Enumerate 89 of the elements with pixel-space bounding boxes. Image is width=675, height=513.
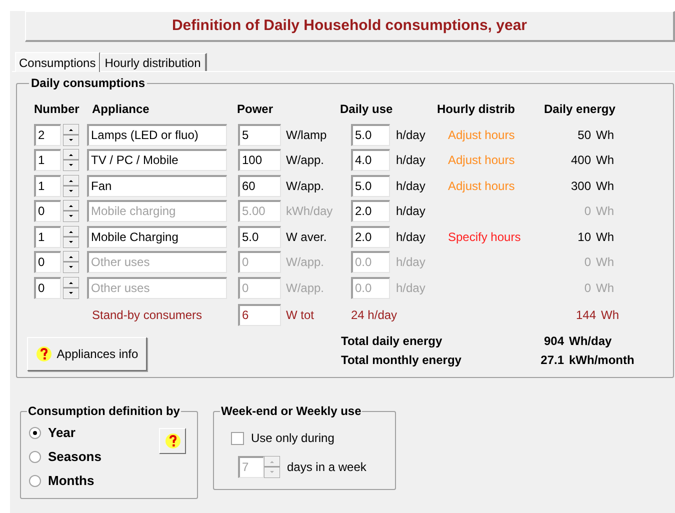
unit-label: W/app. — [286, 280, 326, 297]
unit-label: Wh — [596, 126, 614, 144]
unit-label: h/day — [396, 254, 426, 272]
group-legend: Week-end or Weekly use — [220, 404, 362, 418]
number-field[interactable]: 2 — [34, 124, 61, 146]
number-field[interactable]: 1 — [34, 149, 61, 172]
unit-label: kWh/month — [569, 352, 634, 369]
unit-label: W/lamp — [286, 126, 328, 144]
power-field[interactable]: 5.0 — [238, 226, 281, 248]
standby-use: 24 h/day — [351, 307, 398, 324]
unit-label: Wh — [596, 152, 614, 170]
appliance-field[interactable]: Mobile Charging — [87, 226, 227, 248]
energy-value: 10 — [576, 228, 591, 246]
column-header: Power — [237, 101, 274, 118]
standby-power-field[interactable]: 6 — [238, 304, 281, 326]
total-label: Total monthly energy — [341, 352, 462, 369]
spinner-buttons[interactable] — [264, 456, 280, 478]
spinner-buttons[interactable] — [63, 174, 79, 197]
unit-label: kWh/day — [286, 203, 334, 220]
dialog-title: Definition of Daily Household consumptions, year — [25, 11, 675, 42]
group-legend: Daily consumptions — [29, 76, 148, 90]
total-value: 904 — [542, 333, 564, 350]
unit-label: h/day — [396, 280, 426, 297]
number-field[interactable]: 1 — [34, 174, 61, 197]
column-header: Daily energy — [544, 101, 616, 118]
spinner-buttons[interactable] — [63, 251, 79, 274]
daily-use-field[interactable]: 2.0 — [351, 226, 390, 248]
column-header: Hourly distrib — [437, 101, 516, 118]
power-field[interactable]: 60 — [238, 174, 281, 197]
unit-label: W aver. — [286, 228, 328, 246]
energy-value: 0 — [583, 280, 591, 297]
energy-value: 0 — [583, 254, 591, 272]
number-field[interactable]: 1 — [34, 226, 61, 248]
help-icon — [36, 346, 52, 362]
unit-label: h/day — [396, 152, 426, 170]
help-button[interactable] — [159, 428, 186, 454]
unit-label: h/day — [396, 203, 426, 220]
unit-label: W/app. — [286, 178, 326, 195]
unit-label: Wh — [596, 203, 614, 220]
total-label: Total daily energy — [341, 333, 444, 350]
radio-button[interactable] — [29, 451, 41, 463]
tab[interactable]: Consumptions — [15, 52, 100, 72]
standby-label: Stand-by consumers — [92, 307, 204, 324]
appliance-field[interactable]: TV / PC / Mobile — [87, 149, 227, 172]
energy-value: 300 — [570, 178, 591, 195]
checkbox[interactable] — [231, 432, 244, 444]
tab[interactable]: Hourly distribution — [100, 53, 207, 71]
power-field[interactable]: 5 — [238, 124, 281, 146]
group-legend: Consumption definition by — [27, 404, 181, 418]
energy-value: 400 — [570, 152, 591, 170]
help-icon — [164, 433, 180, 449]
spinner-buttons[interactable] — [63, 149, 79, 172]
unit-label: h/day — [396, 228, 426, 246]
unit-label: Wh — [596, 280, 614, 297]
column-header: Number — [34, 101, 80, 118]
appliance-field[interactable]: Fan — [87, 174, 227, 197]
unit-label: W tot — [286, 307, 316, 324]
energy-value: 0 — [583, 203, 591, 220]
column-header: Appliance — [92, 101, 150, 118]
appliance-field[interactable]: Lamps (LED or fluo) — [87, 124, 227, 146]
column-header: Daily use — [340, 101, 394, 118]
unit-label: Wh — [596, 228, 614, 246]
radio-button[interactable] — [29, 427, 41, 439]
spinner-buttons[interactable] — [63, 276, 79, 299]
unit-label: Wh/day — [569, 333, 612, 350]
unit-label: W/app. — [286, 254, 326, 272]
energy-value: 144 — [574, 307, 596, 324]
checkbox-label: Use only during — [251, 430, 334, 447]
appliances-info-button[interactable]: Appliances info — [27, 336, 147, 370]
unit-label: Wh — [596, 178, 614, 195]
unit-label: h/day — [396, 126, 426, 144]
spinner-buttons[interactable] — [63, 124, 79, 146]
radio-button[interactable] — [29, 475, 41, 487]
radio-label: Months — [48, 472, 94, 490]
daily-use-field[interactable]: 5.0 — [351, 174, 390, 197]
spinner-buttons[interactable] — [63, 226, 79, 248]
days-label: days in a week — [287, 459, 366, 476]
daily-use-field[interactable]: 5.0 — [351, 124, 390, 146]
unit-label: Wh — [601, 307, 619, 324]
daily-use-field[interactable]: 4.0 — [351, 149, 390, 172]
unit-label: W/app. — [286, 152, 326, 170]
spinner-buttons[interactable] — [63, 200, 79, 222]
total-value: 27.1 — [540, 352, 564, 369]
unit-label: Wh — [596, 254, 614, 272]
unit-label: h/day — [396, 178, 426, 195]
energy-value: 50 — [576, 126, 591, 144]
radio-label: Seasons — [48, 448, 102, 466]
radio-label: Year — [48, 424, 76, 442]
power-field[interactable]: 100 — [238, 149, 281, 172]
